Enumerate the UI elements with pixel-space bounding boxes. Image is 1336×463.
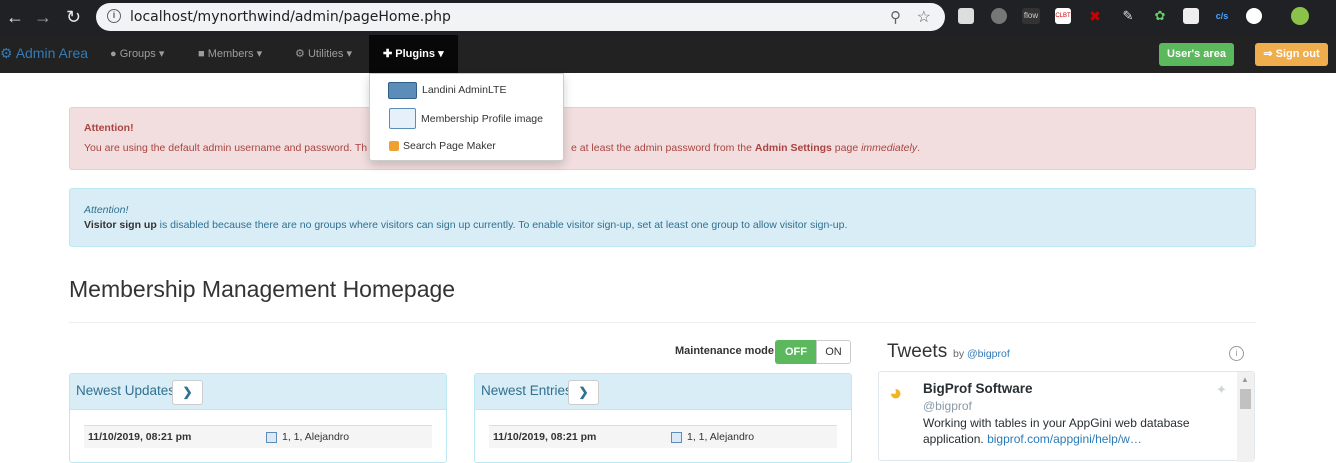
nav-plugins[interactable]: ✚ Plugins ▾ <box>369 35 458 73</box>
bigprof-avatar[interactable]: ◕ <box>889 380 902 406</box>
sign-out-button[interactable]: ⇒ Sign out <box>1255 43 1328 66</box>
newest-entries-panel: Newest Entries ❯ 11/10/2019, 08:21 pm 1,… <box>474 373 852 463</box>
gear-icon: ⚙ <box>0 45 13 61</box>
forward-icon[interactable]: → <box>34 6 52 28</box>
plus-icon: ✚ <box>383 48 393 60</box>
panel-title: Newest Entries <box>481 383 572 398</box>
pen-extension-icon[interactable]: ✎ <box>1120 8 1136 24</box>
table-icon <box>266 432 277 443</box>
profile-avatar[interactable] <box>1291 7 1309 25</box>
alert-text-mid: e at least the admin password from the <box>571 142 752 154</box>
nav-utilities-label: Utilities <box>307 48 344 60</box>
plugin-item-label: Search Page Maker <box>403 140 496 152</box>
alert-emphasis: immediately <box>861 142 918 154</box>
extension-grid-icon[interactable] <box>1183 8 1199 24</box>
scroll-up-icon[interactable]: ▲ <box>1241 375 1249 384</box>
blocked-extension-icon[interactable]: ✖ <box>1087 8 1103 24</box>
alert-message: You are using the default admin username… <box>84 142 1241 154</box>
alert-text: is disabled because there are no groups … <box>159 219 848 231</box>
users-area-button[interactable]: User's area <box>1159 43 1234 66</box>
alert-bold: Visitor sign up <box>84 219 157 231</box>
brand-link[interactable]: ⚙ Admin Area <box>0 45 88 62</box>
sign-out-label: Sign out <box>1275 48 1320 60</box>
spotify-icon[interactable] <box>991 8 1007 24</box>
alert-text-end: . <box>917 142 921 154</box>
maintenance-mode-label: Maintenance mode <box>675 345 775 357</box>
plugin-item-label: Membership Profile image <box>421 113 543 125</box>
search-page-icon <box>389 141 399 151</box>
panel-heading: Newest Updates <box>70 374 446 410</box>
cjs-icon[interactable]: c/s <box>1214 8 1230 24</box>
tweets-by: by @bigprof <box>953 348 1010 360</box>
plugin-item-label: Landini AdminLTE <box>422 84 507 96</box>
reload-icon[interactable]: ↻ <box>66 6 81 28</box>
back-icon[interactable]: ← <box>6 6 24 28</box>
alert-title: Attention! <box>84 122 134 134</box>
nav-members[interactable]: ■ Members ▾ <box>198 47 262 60</box>
browser-toolbar: ← → ↻ i localhost/mynorthwind/admin/page… <box>0 0 1336 35</box>
sign-out-icon: ⇒ <box>1263 48 1273 60</box>
leaf-extension-icon[interactable]: ✿ <box>1152 8 1168 24</box>
globe-icon: ● <box>110 48 117 60</box>
admin-settings-link[interactable]: Admin Settings <box>755 142 832 154</box>
zoom-icon[interactable]: ⚲ <box>890 8 901 26</box>
address-bar[interactable]: i localhost/mynorthwind/admin/pageHome.p… <box>96 3 945 31</box>
plugins-dropdown: Landini AdminLTE Membership Profile imag… <box>369 73 564 161</box>
nav-plugins-label: Plugins <box>395 48 436 60</box>
maintenance-off-button[interactable]: OFF <box>775 340 817 364</box>
visitor-signup-alert: Attention! Visitor sign up is disabled b… <box>69 188 1256 247</box>
table-row: 11/10/2019, 08:21 pm 1, 1, Alejandro <box>489 425 837 448</box>
record-link[interactable]: 1, 1, Alejandro <box>687 431 754 443</box>
nav-utilities[interactable]: ⚙ Utilities ▾ <box>295 47 352 60</box>
bookmark-star-icon[interactable]: ☆ <box>917 7 931 27</box>
newest-updates-panel: Newest Updates ❯ 11/10/2019, 08:21 pm 1,… <box>69 373 447 463</box>
nav-groups[interactable]: ● Groups ▾ <box>110 47 164 60</box>
row-date: 11/10/2019, 08:21 pm <box>88 431 192 443</box>
table-icon <box>671 432 682 443</box>
row-date: 11/10/2019, 08:21 pm <box>493 431 597 443</box>
chevron-right-icon[interactable]: ❯ <box>568 380 599 405</box>
cogs-icon: ⚙ <box>295 48 305 60</box>
chevron-right-icon[interactable]: ❯ <box>172 380 203 405</box>
scrollbar-thumb[interactable] <box>1240 389 1251 409</box>
info-icon[interactable]: i <box>1229 346 1244 361</box>
alert-text-after: page <box>834 142 859 154</box>
maintenance-on-button[interactable]: ON <box>816 340 851 364</box>
brand-label: Admin Area <box>15 45 89 61</box>
main-navbar: ⚙ Admin Area ● Groups ▾ ■ Members ▾ ⚙ Ut… <box>0 35 1336 73</box>
alert-message: Visitor sign up is disabled because ther… <box>84 219 1241 231</box>
chat-extension-icon[interactable] <box>1246 8 1262 24</box>
tweet-account-handle[interactable]: @bigprof <box>923 399 972 413</box>
flow-icon[interactable]: flow <box>1022 8 1040 24</box>
url-text[interactable]: localhost/mynorthwind/admin/pageHome.php <box>130 9 451 25</box>
site-info-icon[interactable]: i <box>107 9 121 23</box>
panel-heading: Newest Entries <box>475 374 851 410</box>
adminlte-icon <box>388 82 417 99</box>
user-icon: ■ <box>198 48 205 60</box>
default-credentials-alert: Attention! You are using the default adm… <box>69 107 1256 170</box>
tweet-account-name[interactable]: BigProf Software <box>923 381 1033 396</box>
alert-text-start: You are using the default admin username… <box>84 142 368 154</box>
record-link[interactable]: 1, 1, Alejandro <box>282 431 349 443</box>
tweets-handle-link[interactable]: @bigprof <box>967 348 1010 360</box>
panel-title: Newest Updates <box>76 383 176 398</box>
twitter-timeline[interactable]: ◕ BigProf Software @bigprof ✦ Working wi… <box>878 371 1255 462</box>
extension-1-icon[interactable] <box>958 8 974 24</box>
tweets-by-text: by <box>953 348 965 360</box>
nav-groups-label: Groups <box>119 48 156 60</box>
page-title: Membership Management Homepage <box>69 276 456 302</box>
profile-card-icon <box>389 108 416 129</box>
clbt-icon[interactable]: CLBT <box>1055 8 1071 24</box>
divider <box>69 322 1256 323</box>
table-row: 11/10/2019, 08:21 pm 1, 1, Alejandro <box>84 425 432 448</box>
tweet-link[interactable]: bigprof.com/appgini/help/w… <box>987 432 1142 446</box>
tweet-text: Working with tables in your AppGini web … <box>923 415 1213 447</box>
tweets-title: Tweets <box>887 341 948 362</box>
alert-title: Attention! <box>84 204 129 216</box>
nav-members-label: Members <box>207 48 254 60</box>
twitter-bird-icon: ✦ <box>1216 382 1227 397</box>
